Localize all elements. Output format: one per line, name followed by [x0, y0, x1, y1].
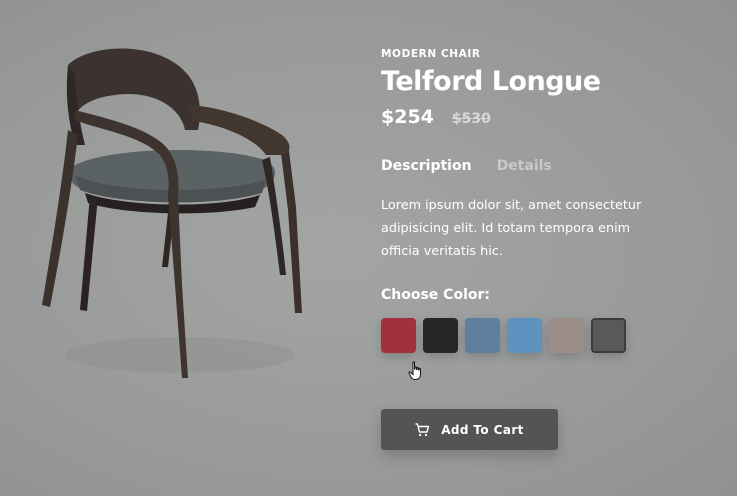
product-description: Lorem ipsum dolor sit, amet consectetur …	[381, 198, 642, 259]
hand-cursor-icon	[408, 361, 421, 380]
add-to-cart-label: Add To Cart	[441, 422, 524, 437]
swatch-denim-blue[interactable]	[465, 318, 500, 353]
old-price: $530	[451, 111, 491, 127]
product-title: Telford Longue	[381, 66, 601, 97]
product-category: MODERN CHAIR	[381, 48, 481, 60]
swatch-black[interactable]	[423, 318, 458, 353]
color-label: Choose Color:	[381, 287, 490, 303]
price-row: $254 $530	[381, 106, 681, 128]
product-info: MODERN CHAIR Telford Longue $254 $530 De…	[381, 48, 681, 353]
tab-description[interactable]: Description	[381, 158, 472, 174]
current-price: $254	[381, 106, 434, 128]
color-swatches	[381, 318, 681, 353]
swatch-light-blue[interactable]	[507, 318, 542, 353]
tabs: Description Details	[381, 158, 681, 174]
add-to-cart-button[interactable]: Add To Cart	[381, 409, 558, 450]
tab-details[interactable]: Details	[497, 158, 552, 174]
product-image	[30, 35, 320, 390]
swatch-red[interactable]	[381, 318, 416, 353]
swatch-tan[interactable]	[549, 318, 584, 353]
cart-icon	[415, 422, 430, 436]
swatch-gray[interactable]	[591, 318, 626, 353]
chair-image	[42, 48, 302, 378]
